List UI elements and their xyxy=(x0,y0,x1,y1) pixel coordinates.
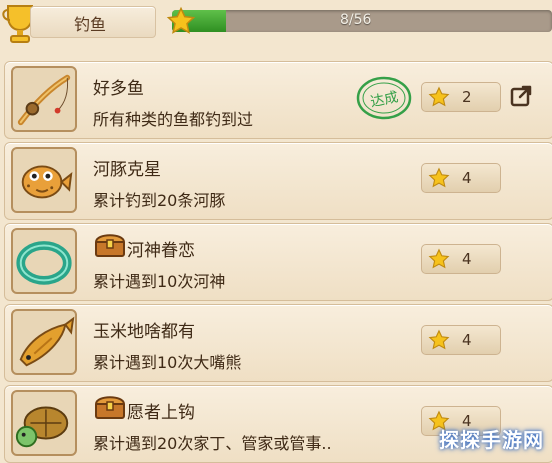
achievement-title: 好多鱼 xyxy=(93,79,144,99)
achievement-title: 玉米地啥都有 xyxy=(93,322,195,342)
fishing-rod-icon xyxy=(11,66,77,132)
reward-value: 4 xyxy=(462,331,472,349)
reward-box: 4 xyxy=(421,244,501,274)
jade-ring-icon xyxy=(11,228,77,294)
achievement-row: 玉米地啥都有 累计遇到10次大嘴熊 4 xyxy=(4,304,552,382)
achievement-title: 河神眷恋 xyxy=(127,241,195,261)
star-icon xyxy=(166,6,196,36)
achievement-row: 河豚克星 累计钓到20条河豚 4 xyxy=(4,142,552,220)
achievement-title: 愿者上钩 xyxy=(127,403,195,423)
reward-box: 4 xyxy=(421,325,501,355)
achievement-desc: 累计钓到20条河豚 xyxy=(93,191,226,210)
star-icon xyxy=(428,248,450,269)
reward-box: 4 xyxy=(421,163,501,193)
star-icon xyxy=(428,86,450,107)
reward-value: 2 xyxy=(462,88,472,106)
share-icon[interactable] xyxy=(509,84,533,108)
turtle-icon xyxy=(11,390,77,456)
achievement-desc: 所有种类的鱼都钓到过 xyxy=(93,110,254,129)
completed-stamp: 达成 xyxy=(355,74,413,122)
progress-text: 8/56 xyxy=(340,12,372,28)
star-icon xyxy=(428,329,450,350)
pufferfish-icon xyxy=(11,147,77,213)
star-icon xyxy=(428,167,450,188)
achievement-title: 河豚克星 xyxy=(93,160,161,180)
category-label: 钓鱼 xyxy=(74,15,107,34)
golden-fish-icon xyxy=(11,309,77,375)
stamp-label: 达成 xyxy=(369,89,400,110)
reward-value: 4 xyxy=(462,169,472,187)
reward-value: 4 xyxy=(462,250,472,268)
treasure-chest-icon xyxy=(93,391,127,421)
reward-box: 2 xyxy=(421,82,501,112)
achievement-desc: 累计遇到20次家丁、管家或管事.. xyxy=(93,434,332,453)
header: 钓鱼 8/56 xyxy=(0,0,552,46)
treasure-chest-icon xyxy=(93,229,127,259)
achievement-desc: 累计遇到10次河神 xyxy=(93,272,226,291)
achievement-desc: 累计遇到10次大嘴熊 xyxy=(93,353,242,372)
achievement-row: 河神眷恋 累计遇到10次河神 4 xyxy=(4,223,552,301)
achievement-row: 好多鱼 所有种类的鱼都钓到过 达成 2 xyxy=(4,61,552,139)
watermark: 探探手游网 xyxy=(439,428,544,452)
